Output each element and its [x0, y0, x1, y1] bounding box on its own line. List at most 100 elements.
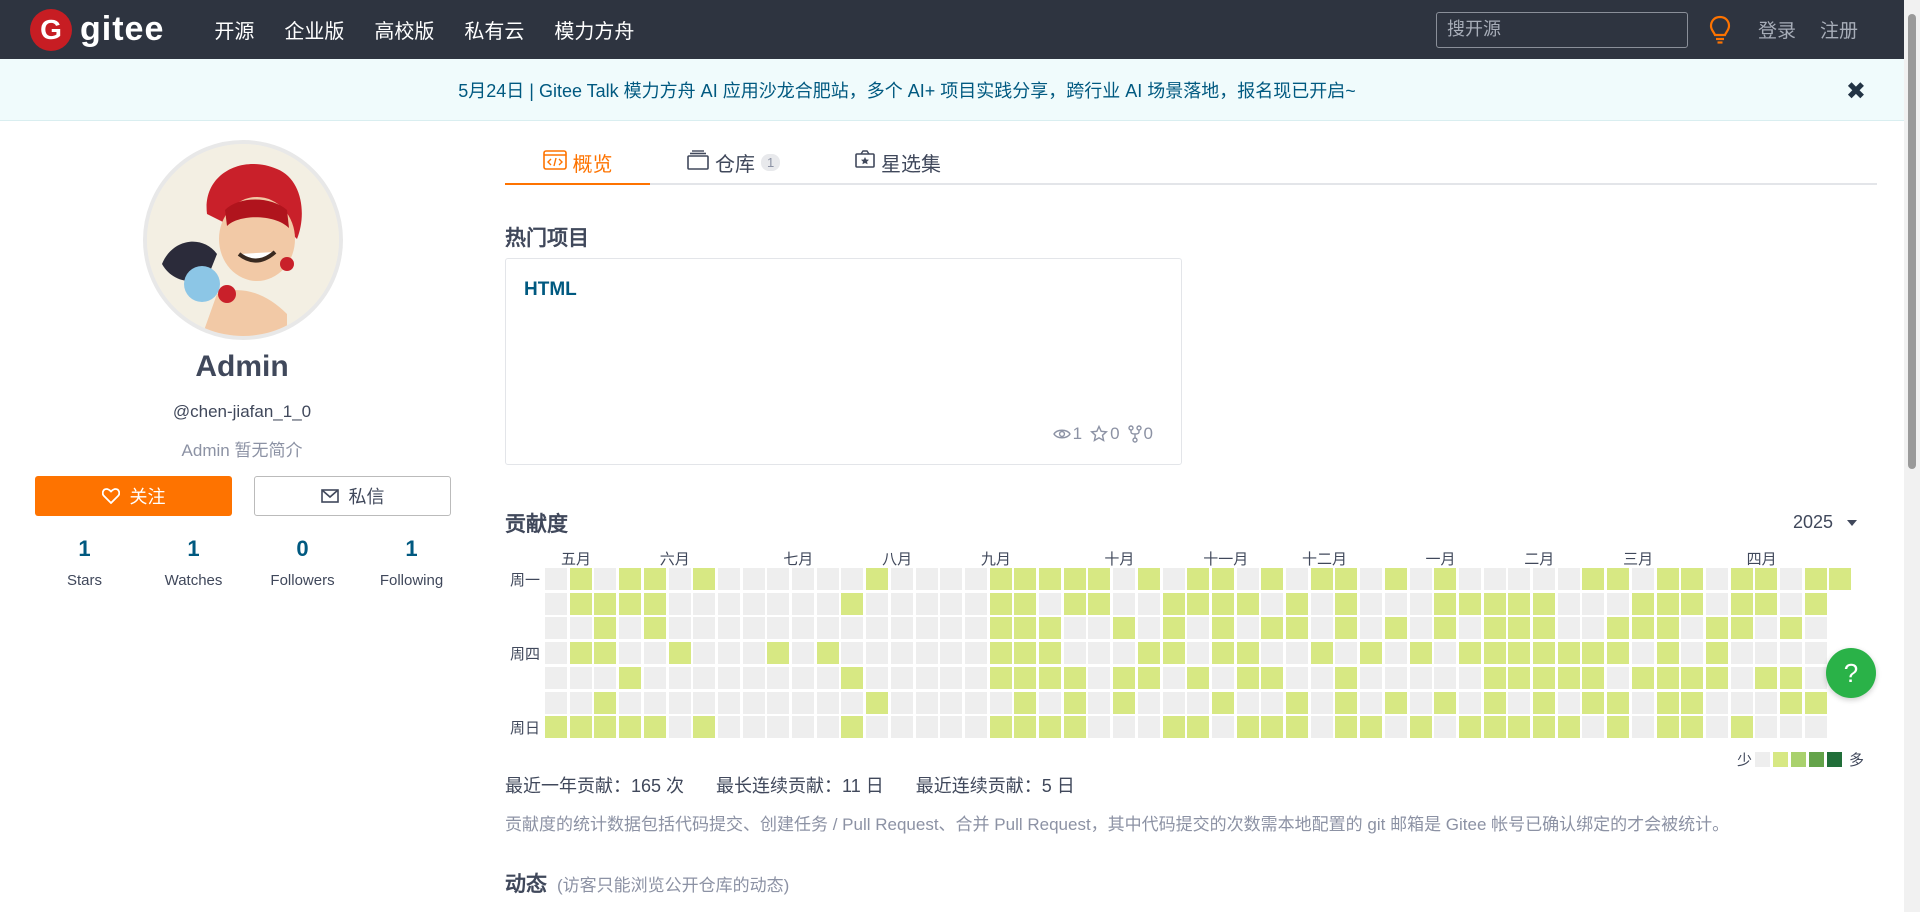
contribution-cell[interactable]: [1384, 568, 1407, 590]
contribution-cell[interactable]: [989, 617, 1012, 640]
contribution-cell[interactable]: [1557, 568, 1580, 590]
contribution-cell[interactable]: [1705, 691, 1728, 714]
contribution-cell[interactable]: [1458, 617, 1481, 640]
contribution-cell[interactable]: [1607, 716, 1630, 739]
contribution-cell[interactable]: [643, 642, 666, 665]
page-scrollbar[interactable]: [1904, 0, 1920, 912]
contribution-cell[interactable]: [594, 568, 617, 590]
contribution-cell[interactable]: [1014, 592, 1037, 615]
contribution-cell[interactable]: [1211, 568, 1234, 590]
contribution-cell[interactable]: [1755, 666, 1778, 689]
contribution-cell[interactable]: [1187, 592, 1210, 615]
nav-link-enterprise[interactable]: 企业版: [284, 15, 344, 44]
contribution-cell[interactable]: [693, 617, 716, 640]
contribution-cell[interactable]: [1384, 617, 1407, 640]
contribution-cell[interactable]: [1705, 642, 1728, 665]
contribution-cell[interactable]: [866, 592, 889, 615]
contribution-cell[interactable]: [890, 568, 913, 590]
contribution-cell[interactable]: [1335, 666, 1358, 689]
contribution-cell[interactable]: [1211, 666, 1234, 689]
contribution-cell[interactable]: [1039, 642, 1061, 665]
contribution-cell[interactable]: [1483, 691, 1506, 714]
contribution-cell[interactable]: [1780, 691, 1802, 714]
contribution-cell[interactable]: [1582, 592, 1605, 615]
contribution-cell[interactable]: [915, 716, 938, 739]
contribution-cell[interactable]: [1804, 642, 1827, 665]
contribution-cell[interactable]: [1261, 666, 1284, 689]
tab-star-collections[interactable]: 星选集: [855, 142, 941, 185]
contribution-cell[interactable]: [1360, 716, 1383, 739]
contribution-cell[interactable]: [1286, 592, 1308, 615]
contribution-cell[interactable]: [742, 691, 765, 714]
contribution-cell[interactable]: [1310, 716, 1333, 739]
contribution-cell[interactable]: [1261, 716, 1284, 739]
contribution-cell[interactable]: [619, 691, 642, 714]
contribution-cell[interactable]: [866, 617, 889, 640]
contribution-cell[interactable]: [1088, 666, 1111, 689]
contribution-cell[interactable]: [1286, 691, 1308, 714]
contribution-cell[interactable]: [1533, 666, 1555, 689]
contribution-cell[interactable]: [792, 691, 814, 714]
contribution-cell[interactable]: [1804, 666, 1827, 689]
contribution-cell[interactable]: [1730, 691, 1753, 714]
contribution-cell[interactable]: [1804, 568, 1827, 590]
contribution-cell[interactable]: [1360, 617, 1383, 640]
contribution-cell[interactable]: [545, 716, 567, 739]
contribution-cell[interactable]: [915, 617, 938, 640]
contribution-cell[interactable]: [890, 666, 913, 689]
contribution-cell[interactable]: [619, 592, 642, 615]
contribution-cell[interactable]: [1681, 617, 1704, 640]
contribution-cell[interactable]: [841, 716, 864, 739]
contribution-cell[interactable]: [1582, 617, 1605, 640]
contribution-cell[interactable]: [989, 691, 1012, 714]
contribution-cell[interactable]: [989, 716, 1012, 739]
contribution-cell[interactable]: [940, 617, 963, 640]
contribution-cell[interactable]: [1508, 716, 1531, 739]
contribution-cell[interactable]: [1187, 617, 1210, 640]
contribution-cell[interactable]: [1508, 691, 1531, 714]
contribution-cell[interactable]: [668, 568, 691, 590]
contribution-cell[interactable]: [1458, 592, 1481, 615]
contribution-cell[interactable]: [1187, 691, 1210, 714]
contribution-cell[interactable]: [1360, 691, 1383, 714]
contribution-cell[interactable]: [1434, 691, 1457, 714]
contribution-cell[interactable]: [1780, 666, 1802, 689]
contribution-cell[interactable]: [1014, 642, 1037, 665]
contribution-cell[interactable]: [1187, 716, 1210, 739]
contribution-cell[interactable]: [1607, 691, 1630, 714]
contribution-cell[interactable]: [1656, 592, 1679, 615]
contribution-cell[interactable]: [717, 691, 740, 714]
stat-following[interactable]: 1 Following: [357, 536, 466, 589]
contribution-cell[interactable]: [1755, 617, 1778, 640]
contribution-cell[interactable]: [1063, 592, 1086, 615]
contribution-cell[interactable]: [1681, 568, 1704, 590]
contribution-cell[interactable]: [1384, 592, 1407, 615]
contribution-cell[interactable]: [1607, 592, 1630, 615]
contribution-cell[interactable]: [841, 666, 864, 689]
contribution-cell[interactable]: [594, 691, 617, 714]
contribution-cell[interactable]: [1755, 716, 1778, 739]
contribution-cell[interactable]: [1829, 568, 1852, 590]
contribution-cell[interactable]: [1681, 666, 1704, 689]
contribution-cell[interactable]: [1137, 691, 1160, 714]
contribution-cell[interactable]: [1755, 568, 1778, 590]
contribution-cell[interactable]: [1162, 642, 1185, 665]
contribution-cell[interactable]: [1137, 617, 1160, 640]
contribution-cell[interactable]: [915, 642, 938, 665]
contribution-cell[interactable]: [619, 642, 642, 665]
contribution-cell[interactable]: [1236, 691, 1259, 714]
contribution-cell[interactable]: [767, 716, 790, 739]
contribution-cell[interactable]: [1063, 691, 1086, 714]
contribution-cell[interactable]: [940, 666, 963, 689]
contribution-cell[interactable]: [742, 642, 765, 665]
contribution-cell[interactable]: [1236, 716, 1259, 739]
contribution-cell[interactable]: [1705, 617, 1728, 640]
contribution-cell[interactable]: [1557, 666, 1580, 689]
contribution-cell[interactable]: [1458, 642, 1481, 665]
contribution-cell[interactable]: [989, 666, 1012, 689]
contribution-cell[interactable]: [1582, 691, 1605, 714]
contribution-cell[interactable]: [1681, 716, 1704, 739]
contribution-cell[interactable]: [1508, 592, 1531, 615]
contribution-cell[interactable]: [1631, 568, 1654, 590]
contribution-cell[interactable]: [1458, 691, 1481, 714]
